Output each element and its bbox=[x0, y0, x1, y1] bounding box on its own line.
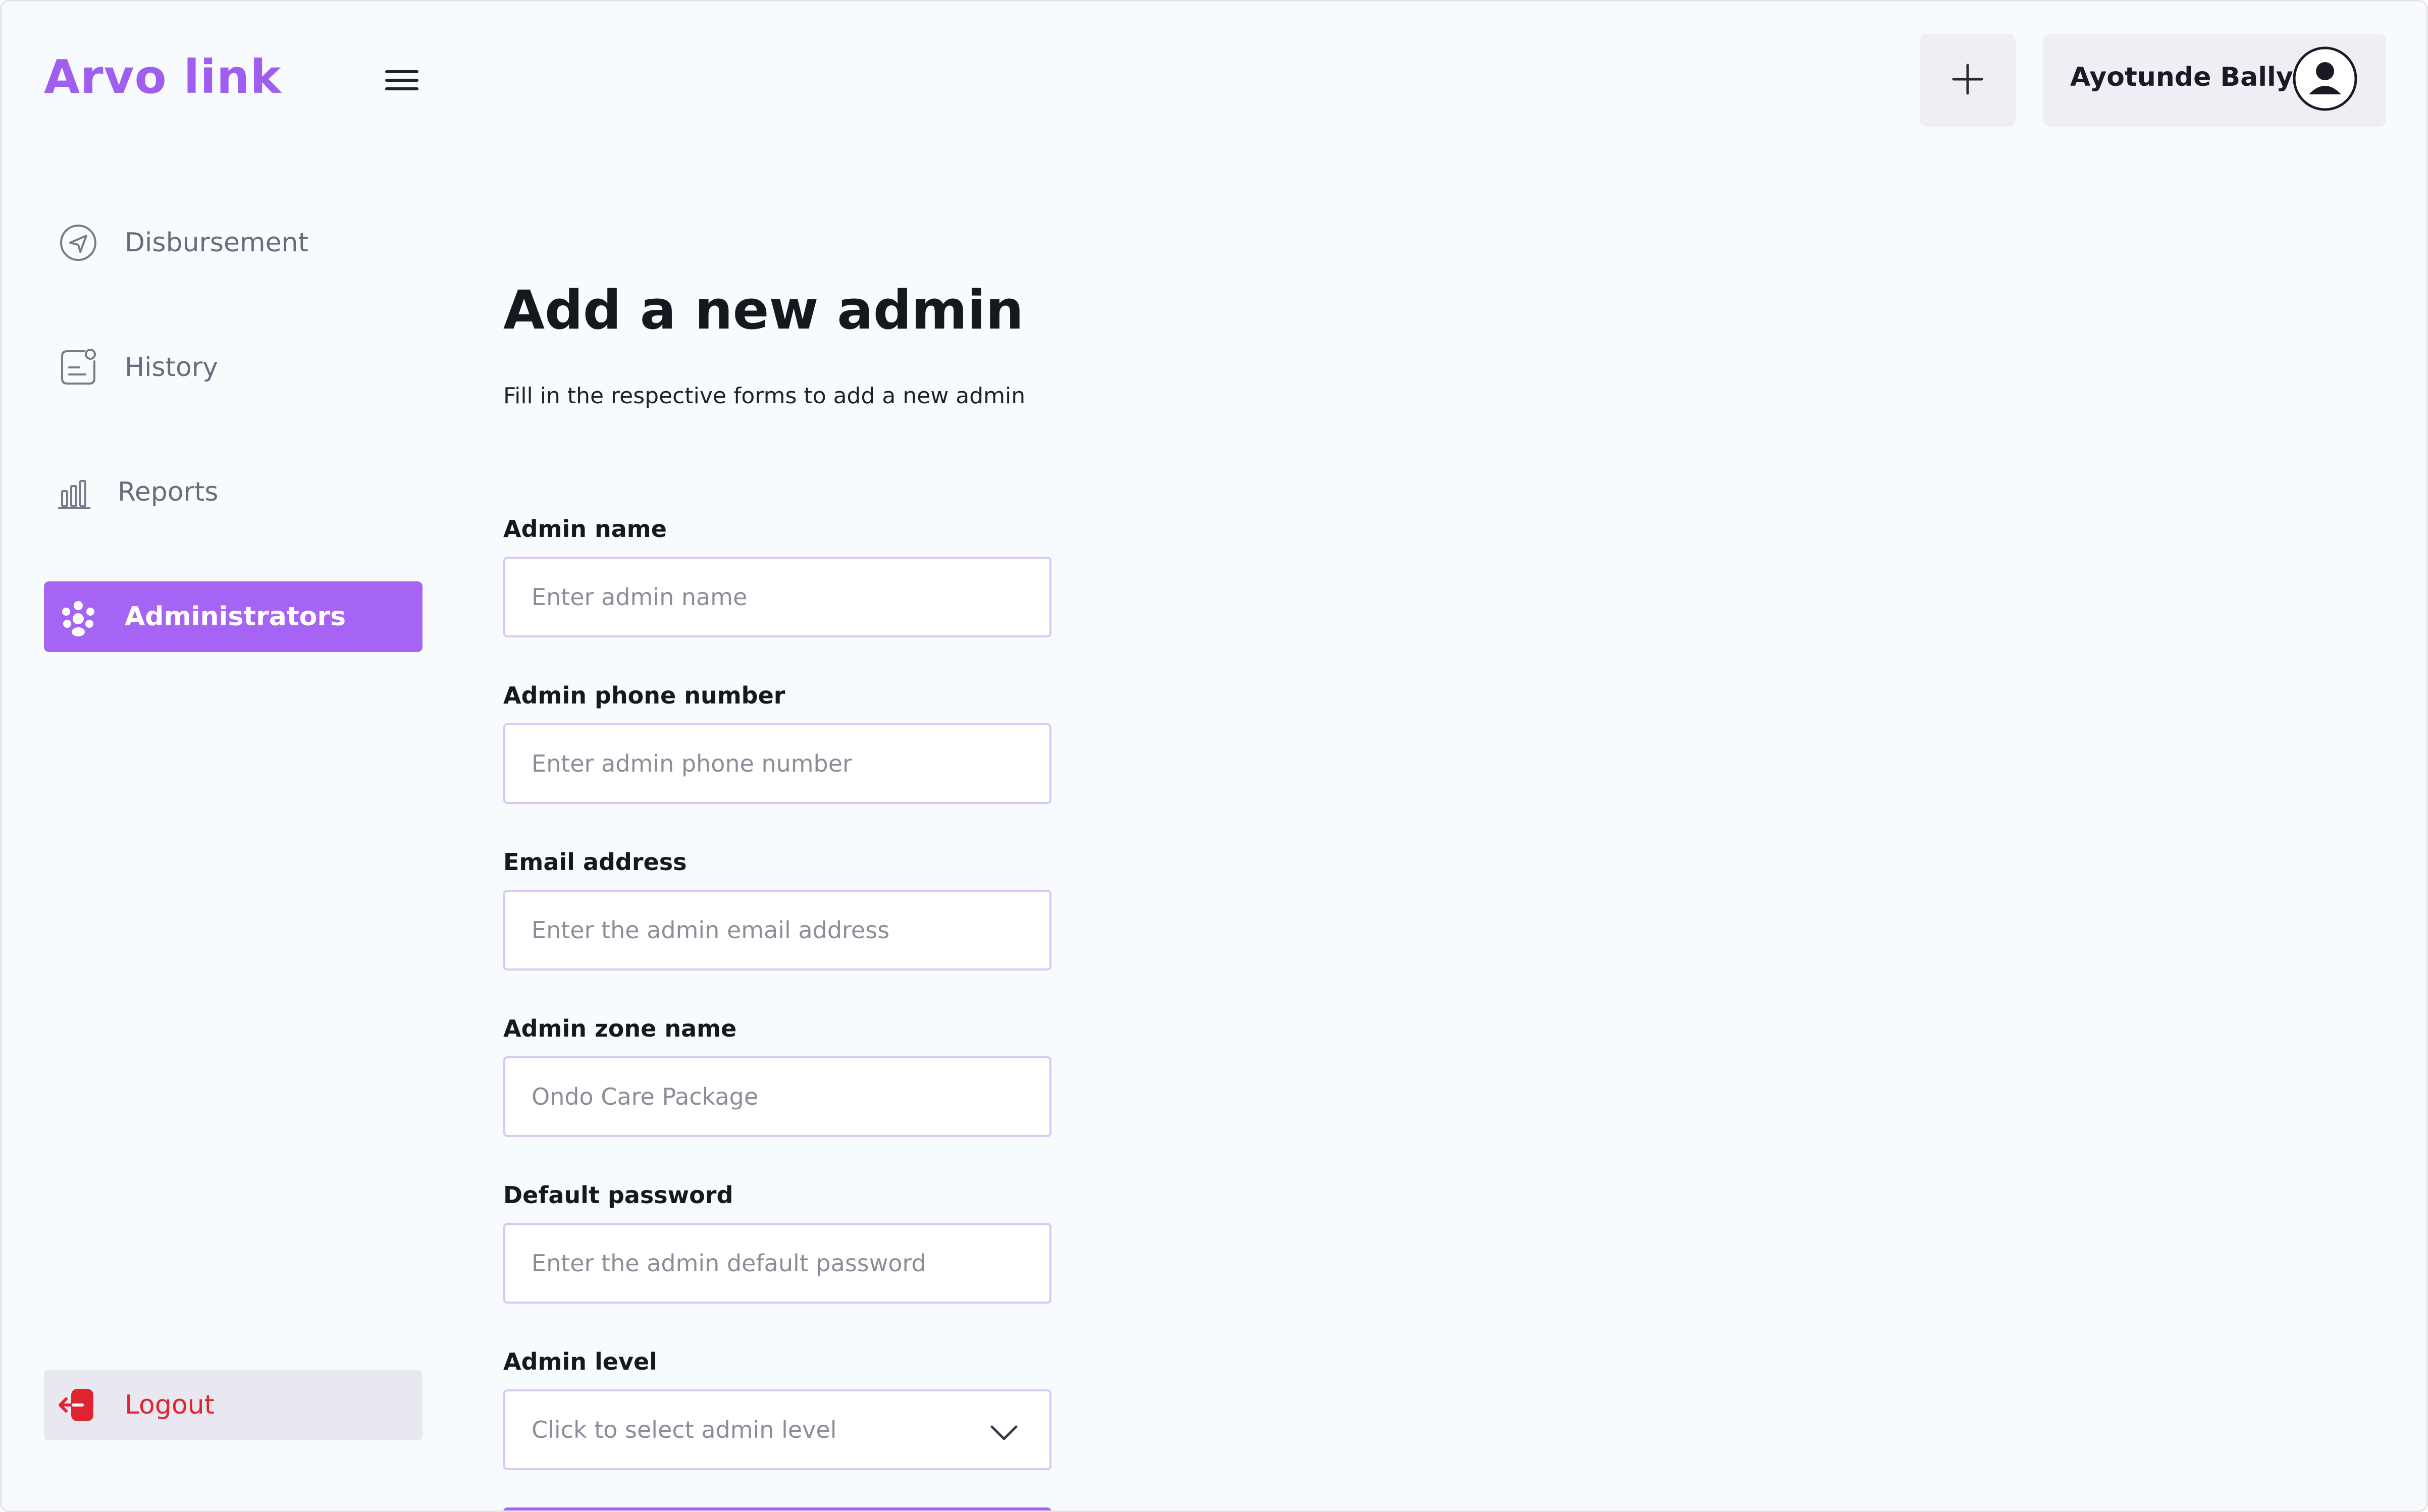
admin-level-placeholder: Click to select admin level bbox=[532, 1416, 837, 1443]
admin-name-label: Admin name bbox=[503, 515, 667, 543]
admin-name-input[interactable]: Enter admin name bbox=[503, 557, 1051, 637]
user-name: Ayotunde Bally bbox=[2070, 62, 2293, 92]
admin-zone-label: Admin zone name bbox=[503, 1015, 737, 1042]
admin-zone-input[interactable]: Ondo Care Package bbox=[503, 1056, 1051, 1137]
menu-toggle-icon[interactable] bbox=[385, 70, 418, 90]
email-address-input[interactable]: Enter the admin email address bbox=[503, 890, 1051, 970]
admin-name-placeholder: Enter admin name bbox=[532, 583, 748, 611]
logout-icon bbox=[58, 1385, 98, 1425]
email-address-label: Email address bbox=[503, 848, 687, 876]
logout-button[interactable]: Logout bbox=[44, 1370, 423, 1440]
logout-label: Logout bbox=[125, 1390, 215, 1420]
avatar-icon bbox=[2292, 46, 2358, 112]
sidebar-item-administrators[interactable]: Administrators bbox=[44, 581, 423, 652]
users-icon bbox=[58, 597, 98, 637]
sidebar-item-label: History bbox=[125, 352, 218, 383]
plus-icon bbox=[1951, 63, 1984, 97]
sidebar-item-label: Disbursement bbox=[125, 228, 308, 258]
admin-level-select[interactable]: Click to select admin level bbox=[503, 1389, 1051, 1470]
app-window: Arvo link Disbursement History Reports A… bbox=[0, 0, 2428, 1512]
default-password-input[interactable]: Enter the admin default password bbox=[503, 1223, 1051, 1304]
sidebar-item-disbursement[interactable]: Disbursement bbox=[44, 207, 423, 278]
admin-phone-placeholder: Enter admin phone number bbox=[532, 750, 852, 777]
sidebar-item-history[interactable]: History bbox=[44, 332, 423, 403]
chevron-down-icon bbox=[989, 1417, 1019, 1447]
sidebar-item-label: Administrators bbox=[125, 602, 346, 632]
page-title: Add a new admin bbox=[503, 279, 1024, 341]
admin-level-label: Admin level bbox=[503, 1348, 657, 1375]
admin-phone-input[interactable]: Enter admin phone number bbox=[503, 723, 1051, 804]
bar-chart-icon bbox=[56, 472, 96, 512]
add-button[interactable] bbox=[1920, 34, 2016, 127]
submit-button[interactable] bbox=[503, 1507, 1051, 1510]
admin-zone-placeholder: Ondo Care Package bbox=[532, 1083, 759, 1110]
email-address-placeholder: Enter the admin email address bbox=[532, 916, 890, 944]
default-password-label: Default password bbox=[503, 1181, 733, 1209]
history-icon bbox=[58, 347, 98, 388]
admin-phone-label: Admin phone number bbox=[503, 682, 785, 709]
default-password-placeholder: Enter the admin default password bbox=[532, 1250, 926, 1277]
page-subtitle: Fill in the respective forms to add a ne… bbox=[503, 383, 1026, 409]
brand-logo[interactable]: Arvo link bbox=[44, 50, 282, 104]
sidebar-item-label: Reports bbox=[118, 477, 219, 507]
user-menu[interactable]: Ayotunde Bally bbox=[2043, 34, 2386, 127]
sidebar-item-reports[interactable]: Reports bbox=[44, 457, 423, 527]
send-icon bbox=[58, 223, 98, 263]
